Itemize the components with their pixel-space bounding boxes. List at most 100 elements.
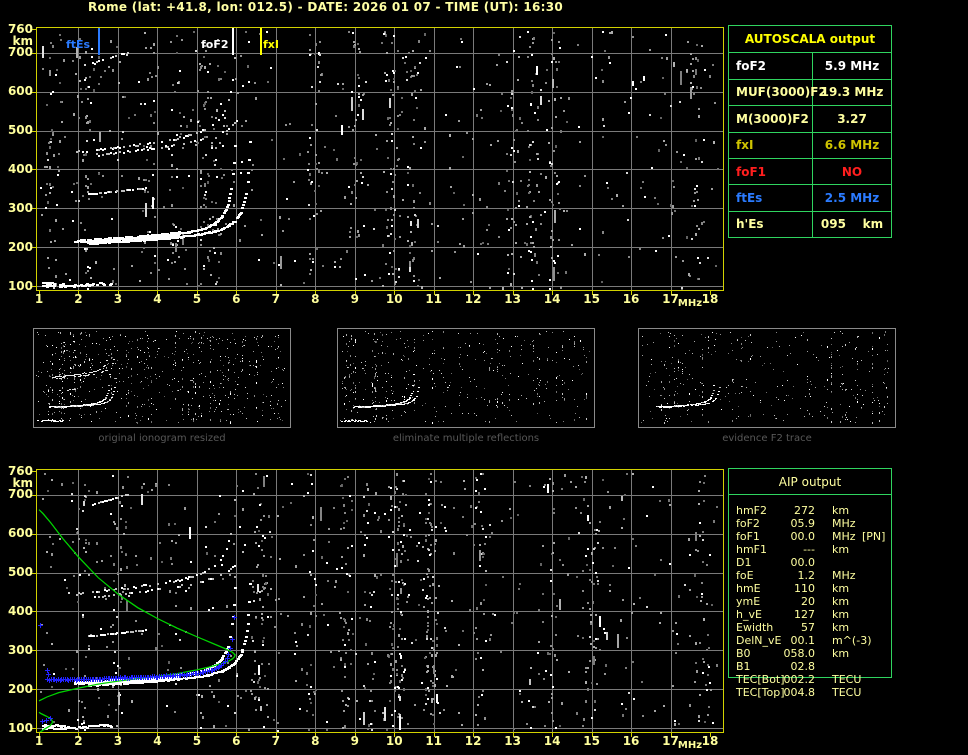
aip-table: AIP output hmF2272kmfoF205.9MHzfoF100.0M… — [728, 468, 892, 678]
top-y-tick-label: 600 — [2, 85, 33, 98]
bottom-y-tick-label: 400 — [2, 605, 33, 618]
thumbnail-no-multiples — [337, 328, 595, 428]
top-x-tick-label: 14 — [537, 293, 567, 306]
bottom-x-tick-label: 11 — [419, 735, 449, 748]
thumbnail-f2-trace — [638, 328, 896, 428]
aip-row-value: 110 — [757, 582, 815, 595]
aip-row-label: D1 — [736, 556, 751, 569]
autoscala-row-h'Es: h'Es095 km — [729, 211, 891, 237]
aip-row-value: 058.0 — [757, 647, 815, 660]
aip-row-unit: MHz — [832, 517, 856, 530]
top-x-axis-unit: MHz — [675, 297, 705, 310]
aip-row-note: [PN] — [862, 530, 885, 543]
aip-row-unit: km — [832, 504, 849, 517]
marker-label-foF2: foF2 — [201, 39, 229, 51]
aip-row-hmF1: hmF1---km — [729, 543, 893, 556]
autoscala-row-foF1: foF1NO — [729, 158, 891, 184]
aip-row-unit: km — [832, 543, 849, 556]
bottom-x-tick-label: 15 — [577, 735, 607, 748]
autoscala-row-M(3000)F2: M(3000)F23.27 — [729, 105, 891, 131]
aip-row-unit: MHz — [832, 530, 856, 543]
aip-row-hmF2: hmF2272km — [729, 504, 893, 517]
bottom-x-tick-label: 13 — [498, 735, 528, 748]
top-y-tick-label: 200 — [2, 241, 33, 254]
autoscala-row-value: 19.3 MHz — [813, 80, 891, 105]
top-x-tick-label: 4 — [142, 293, 172, 306]
top-x-tick-label: 9 — [340, 293, 370, 306]
autoscala-row-MUF(3000)F2: MUF(3000)F219.3 MHz — [729, 79, 891, 105]
top-y-tick-label: 100 — [2, 280, 33, 293]
top-x-tick-label: 16 — [616, 293, 646, 306]
top-x-tick-label: 7 — [261, 293, 291, 306]
aip-row-foF2: foF205.9MHz — [729, 517, 893, 530]
autoscala-table: AUTOSCALA output foF25.9 MHzMUF(3000)F21… — [728, 25, 892, 238]
aip-row-B1: B1 02.8 — [729, 660, 893, 673]
thumbnail-original — [33, 328, 291, 428]
autoscala-row-value: 095 km — [813, 212, 891, 237]
aip-row-foE: foE1.2MHz — [729, 569, 893, 582]
autoscala-row-value: NO — [813, 159, 891, 184]
top-x-tick-label: 5 — [182, 293, 212, 306]
aip-row-unit: km — [832, 595, 849, 608]
aip-row-TEC[Top]: TEC[Top]004.8TECU — [729, 686, 893, 699]
aip-row-TEC[Bot]: TEC[Bot]002.2TECU — [729, 673, 893, 686]
aip-row-foF1: foF100.0MHz[PN] — [729, 530, 893, 543]
bottom-y-tick-label: 300 — [2, 644, 33, 657]
autoscala-row-value: 3.27 — [813, 106, 891, 131]
top-y-axis-unit: km — [2, 35, 33, 48]
aip-row-Ewidth: Ewidth57km — [729, 621, 893, 634]
autoscala-row-label: MUF(3000)F2 — [729, 80, 813, 105]
autoscala-table-title: AUTOSCALA output — [729, 26, 891, 52]
aip-row-value: 02.8 — [757, 660, 815, 673]
aip-row-value: 00.1 — [757, 634, 815, 647]
bottom-x-tick-label: 4 — [142, 735, 172, 748]
top-y-tick-label: 400 — [2, 163, 33, 176]
aip-row-value: 00.0 — [757, 530, 815, 543]
thumbnail-f2-trace-canvas — [639, 329, 895, 427]
autoscala-row-label: foF2 — [729, 53, 813, 78]
autoscala-row-value: 2.5 MHz — [813, 185, 891, 210]
aip-row-ymE: ymE20km — [729, 595, 893, 608]
aip-row-label: B1 — [736, 660, 751, 673]
autoscala-row-label: foF1 — [729, 159, 813, 184]
top-x-tick-label: 13 — [498, 293, 528, 306]
top-y-tick-label: 500 — [2, 124, 33, 137]
bottom-x-tick-label: 8 — [300, 735, 330, 748]
aip-row-unit: km — [832, 608, 849, 621]
aip-row-value: 272 — [757, 504, 815, 517]
marker-label-ftEs: ftEs — [66, 39, 90, 51]
aip-row-value: 127 — [757, 608, 815, 621]
top-ionogram-canvas — [31, 27, 724, 297]
bottom-x-tick-label: 1 — [24, 735, 54, 748]
aip-row-value: 57 — [757, 621, 815, 634]
aip-row-hmE: hmE110km — [729, 582, 893, 595]
bottom-x-tick-label: 14 — [537, 735, 567, 748]
marker-label-fxI: fxI — [263, 39, 279, 51]
thumbnail-caption-no-multiples: eliminate multiple reflections — [337, 433, 595, 444]
autoscala-row-foF2: foF25.9 MHz — [729, 52, 891, 78]
aip-row-B0: B0058.0km — [729, 647, 893, 660]
bottom-x-tick-label: 12 — [458, 735, 488, 748]
thumbnail-no-multiples-canvas — [338, 329, 594, 427]
autoscala-row-label: ftEs — [729, 185, 813, 210]
bottom-y-tick-label: 600 — [2, 527, 33, 540]
aip-row-label: foE — [736, 569, 754, 582]
top-x-tick-label: 8 — [300, 293, 330, 306]
aip-row-h_vE: h_vE127km — [729, 608, 893, 621]
bottom-x-tick-label: 5 — [182, 735, 212, 748]
aip-row-unit: km — [832, 621, 849, 634]
thumbnail-caption-original: original ionogram resized — [33, 433, 291, 444]
top-x-tick-label: 3 — [103, 293, 133, 306]
aip-row-value: 1.2 — [757, 569, 815, 582]
aip-row-value: --- — [757, 543, 815, 556]
autoscala-row-value: 6.6 MHz — [813, 133, 891, 158]
aip-row-unit: TECU — [832, 686, 861, 699]
top-x-tick-label: 10 — [379, 293, 409, 306]
top-x-tick-label: 12 — [458, 293, 488, 306]
top-x-tick-label: 2 — [63, 293, 93, 306]
aip-table-title: AIP output — [729, 469, 891, 495]
top-x-tick-label: 6 — [221, 293, 251, 306]
bottom-ionogram-canvas — [31, 469, 724, 739]
bottom-x-tick-label: 7 — [261, 735, 291, 748]
autoscala-row-label: fxI — [729, 133, 813, 158]
